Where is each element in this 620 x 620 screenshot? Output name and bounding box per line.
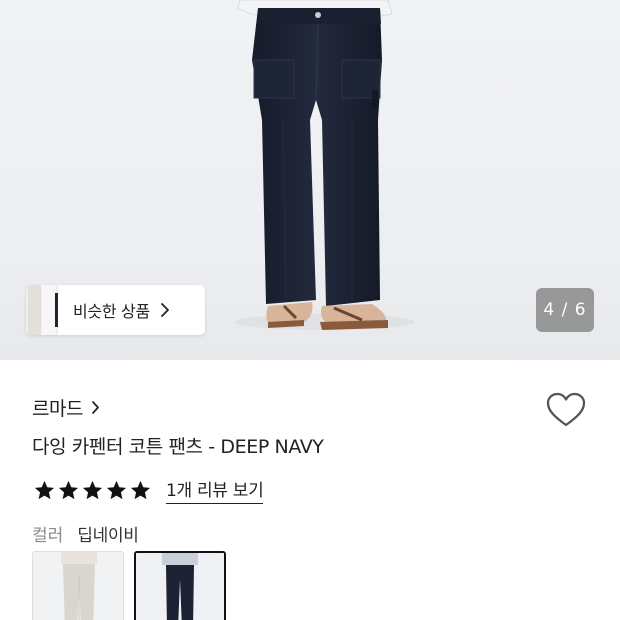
color-swatch-light-gray[interactable] <box>32 551 124 620</box>
color-label: 컬러 <box>32 526 64 546</box>
star-icon <box>106 480 127 499</box>
brand-link[interactable]: 르마드 <box>32 394 100 421</box>
heart-icon[interactable] <box>545 391 587 433</box>
chevron-right-icon <box>160 302 170 318</box>
product-image-gallery[interactable]: 비슷한 상품 4 / 6 <box>0 0 620 360</box>
star-icon <box>34 480 55 499</box>
color-swatch-deep-navy[interactable] <box>134 551 226 620</box>
chevron-right-icon <box>91 400 100 415</box>
color-option-row: 컬러 딥네이비 <box>32 521 139 546</box>
similar-products-label: 비슷한 상품 <box>73 302 150 321</box>
image-page-counter: 4 / 6 <box>536 288 594 332</box>
product-title: 다잉 카펜터 코튼 팬츠 - DEEP NAVY <box>32 436 324 458</box>
star-rating <box>33 479 152 502</box>
color-value: 딥네이비 <box>77 526 139 546</box>
star-icon <box>130 480 151 499</box>
brand-name: 르마드 <box>32 398 83 420</box>
similar-product-thumbnail <box>26 285 58 335</box>
review-link[interactable]: 1개 리뷰 보기 <box>166 476 264 504</box>
similar-products-button[interactable]: 비슷한 상품 <box>26 285 205 335</box>
star-icon <box>82 480 103 499</box>
star-icon <box>58 480 79 499</box>
rating-row: 1개 리뷰 보기 <box>33 476 264 504</box>
